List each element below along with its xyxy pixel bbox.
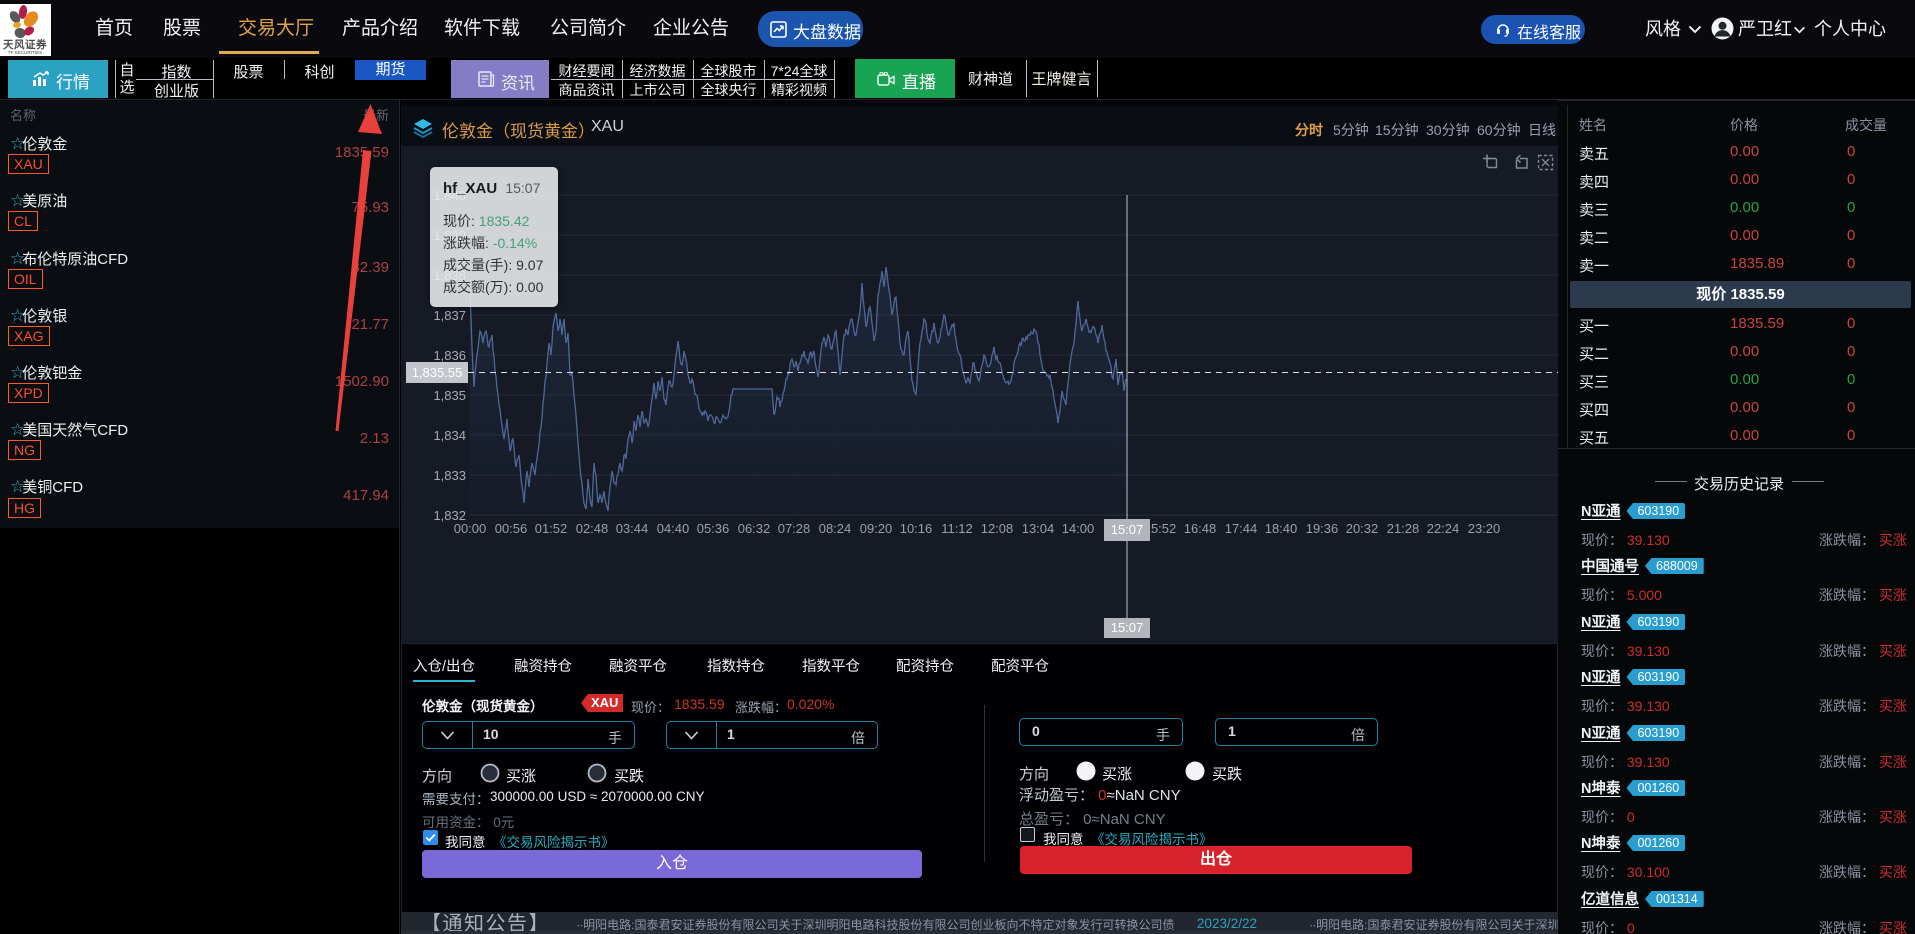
- svg-text:TF SECURITIES: TF SECURITIES: [8, 50, 42, 55]
